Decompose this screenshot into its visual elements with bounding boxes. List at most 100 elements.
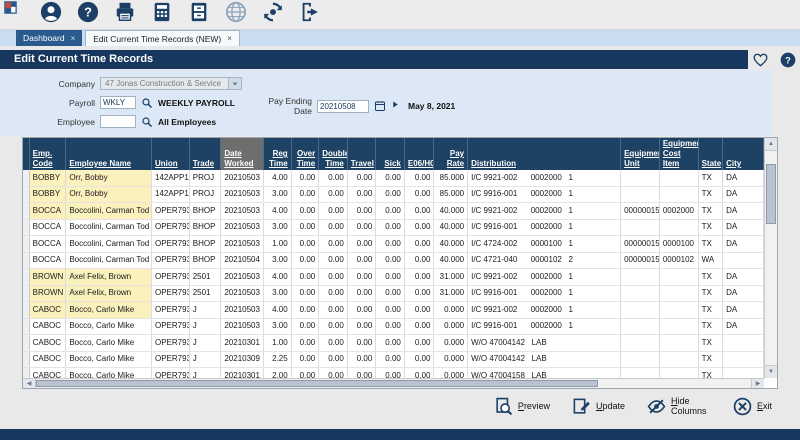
cell[interactable]: 20210503 [221, 186, 264, 203]
toolbar-logout-button[interactable] [298, 3, 322, 27]
cell[interactable]: 0.00 [291, 368, 319, 379]
scroll-down-arrow-icon[interactable]: ▼ [765, 365, 777, 378]
table-row[interactable]: BOBBYOrr, Bobby142APP1PROJ202105033.000.… [23, 186, 764, 203]
cell[interactable]: 0.00 [291, 335, 319, 352]
table-row[interactable]: CABOCBocco, Carlo MikeOPER793J202105034.… [23, 302, 764, 319]
cell[interactable]: I/C 9916-001 0002000 1 [468, 186, 621, 203]
cell[interactable]: DA [723, 302, 764, 319]
cell[interactable]: I/C 4724-002 0000100 1 [468, 236, 621, 253]
cell[interactable]: 0.00 [319, 219, 348, 236]
cell[interactable]: I/C 9916-001 0002000 1 [468, 318, 621, 335]
cell[interactable]: I/C 9921-002 0002000 1 [468, 203, 621, 220]
employee-input[interactable] [100, 115, 136, 128]
cell[interactable]: 0002000 [659, 203, 698, 220]
preview-button[interactable]: Preview [494, 397, 550, 416]
cell[interactable]: 0.00 [291, 318, 319, 335]
cell[interactable]: I/C 9921-002 0002000 1 [468, 269, 621, 286]
cell[interactable]: 0.00 [291, 236, 319, 253]
cell[interactable]: 0.00 [376, 335, 405, 352]
cell[interactable] [659, 170, 698, 186]
cell[interactable]: 00000015 [621, 236, 660, 253]
cell[interactable] [621, 219, 660, 236]
cell[interactable]: Bocco, Carlo Mike [66, 351, 152, 368]
cell[interactable]: OPER793 [152, 236, 190, 253]
favorite-heart-icon[interactable] [752, 52, 769, 68]
cell[interactable]: OPER793 [152, 318, 190, 335]
cell[interactable]: 2.00 [264, 368, 292, 379]
cell[interactable]: 0.00 [319, 368, 348, 379]
cell[interactable]: 0.000 [434, 318, 468, 335]
cell[interactable]: Bocco, Carlo Mike [66, 302, 152, 319]
cell[interactable]: TX [698, 236, 722, 253]
cell[interactable]: 00000015 [621, 252, 660, 269]
chevron-down-icon[interactable] [228, 78, 241, 89]
cell[interactable]: CABOC [29, 351, 66, 368]
cell[interactable]: 20210503 [221, 302, 264, 319]
cell[interactable]: 0.00 [291, 219, 319, 236]
cell[interactable]: 3.00 [264, 252, 292, 269]
cell[interactable]: J [189, 351, 221, 368]
cell[interactable] [659, 318, 698, 335]
cell[interactable]: 00000015 [621, 203, 660, 220]
cell[interactable]: OPER793 [152, 219, 190, 236]
cell[interactable]: Orr, Bobby [66, 186, 152, 203]
cell[interactable]: 0.00 [376, 236, 405, 253]
cell[interactable]: OPER793 [152, 335, 190, 352]
cell[interactable]: TX [698, 203, 722, 220]
cell[interactable]: 0.00 [347, 170, 376, 186]
cell[interactable]: 0.000 [434, 302, 468, 319]
cell[interactable]: 142APP1 [152, 170, 190, 186]
cell[interactable]: TX [698, 351, 722, 368]
cell[interactable]: TX [698, 318, 722, 335]
cell[interactable]: DA [723, 318, 764, 335]
cell[interactable]: 0.00 [376, 351, 405, 368]
cell[interactable]: BOCCA [29, 252, 66, 269]
scroll-up-arrow-icon[interactable]: ▲ [765, 138, 777, 151]
cell[interactable]: DA [723, 203, 764, 220]
cell[interactable] [621, 351, 660, 368]
col-header-travel[interactable]: Travel [347, 138, 376, 170]
table-row[interactable]: CABOCBocco, Carlo MikeOPER793J202105033.… [23, 318, 764, 335]
cell[interactable]: 0.00 [376, 368, 405, 379]
cell[interactable]: 0000102 [659, 252, 698, 269]
cell[interactable]: 0.00 [376, 318, 405, 335]
cell[interactable]: 0.00 [404, 269, 434, 286]
toolbar-help-button[interactable]: ? [76, 3, 100, 27]
cell[interactable]: 0.00 [347, 318, 376, 335]
cell[interactable]: BHOP [189, 219, 221, 236]
cell[interactable]: 0.00 [347, 285, 376, 302]
cell[interactable]: BROWN [29, 285, 66, 302]
cell[interactable]: CABOC [29, 318, 66, 335]
cell[interactable]: 85.000 [434, 170, 468, 186]
toolbar-user-button[interactable] [39, 3, 63, 27]
col-header-sick[interactable]: Sick [376, 138, 405, 170]
table-row[interactable]: CABOCBocco, Carlo MikeOPER793J202103092.… [23, 351, 764, 368]
cell[interactable]: 0.00 [347, 186, 376, 203]
cell[interactable]: 142APP1 [152, 186, 190, 203]
cell[interactable]: 20210301 [221, 368, 264, 379]
cell[interactable]: OPER793 [152, 351, 190, 368]
cell[interactable] [723, 252, 764, 269]
cell[interactable] [621, 269, 660, 286]
col-header-emp-code[interactable]: Emp. Code [29, 138, 66, 170]
cell[interactable]: DA [723, 236, 764, 253]
cell[interactable] [659, 335, 698, 352]
cell[interactable]: CABOC [29, 335, 66, 352]
cell[interactable]: 0.00 [319, 186, 348, 203]
cell[interactable]: BOBBY [29, 170, 66, 186]
cell[interactable]: 4.00 [264, 269, 292, 286]
cell[interactable]: TX [698, 302, 722, 319]
cell[interactable]: I/C 9916-001 0002000 1 [468, 219, 621, 236]
cell[interactable]: 0.00 [376, 186, 405, 203]
cell[interactable]: BOCCA [29, 203, 66, 220]
col-header-pay-rate[interactable]: Pay Rate [434, 138, 468, 170]
cell[interactable]: 0.00 [319, 351, 348, 368]
cell[interactable] [621, 368, 660, 379]
cell[interactable]: 20210504 [221, 252, 264, 269]
cell[interactable]: WA [698, 252, 722, 269]
cell[interactable]: 0.00 [376, 219, 405, 236]
cell[interactable]: 40.000 [434, 219, 468, 236]
horizontal-scrollbar-thumb[interactable] [36, 380, 598, 387]
cell[interactable]: TX [698, 335, 722, 352]
cell[interactable]: 0.00 [376, 252, 405, 269]
